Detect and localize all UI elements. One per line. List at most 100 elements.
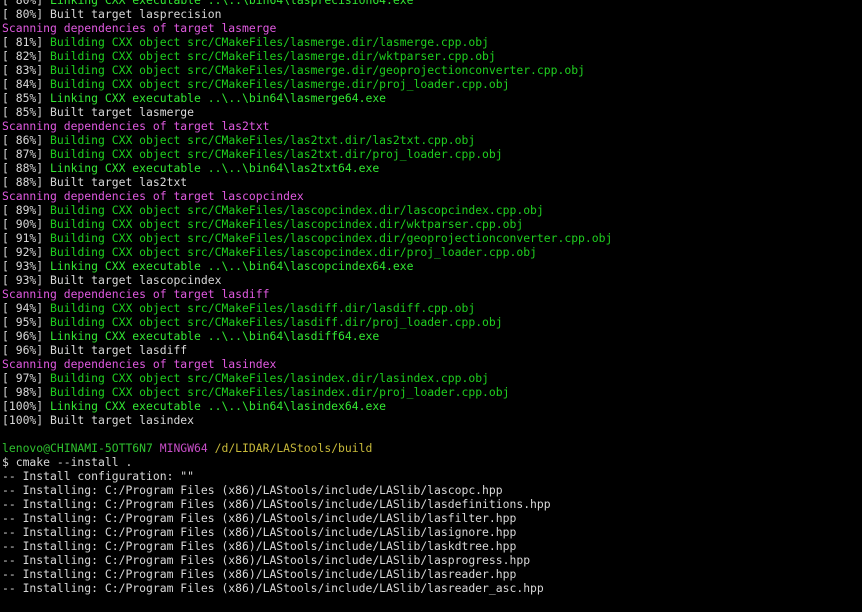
terminal-text-segment: [ 94%] [2,301,51,315]
terminal-text-segment: [ 85%] [2,91,51,105]
terminal-line: [ 90%] Building CXX object src/CMakeFile… [0,217,862,231]
terminal-text-segment: Building CXX object src/CMakeFiles/lasdi… [50,315,503,329]
terminal-text-segment: Building CXX object src/CMakeFiles/lasco… [50,231,613,245]
terminal-line: lenovo@CHINAMI-5OTT6N7 MINGW64 /d/LIDAR/… [0,441,862,455]
terminal-line: -- Installing: C:/Program Files (x86)/LA… [0,567,862,581]
terminal-text-segment: Building CXX object src/CMakeFiles/las2t… [50,147,503,161]
terminal-text-segment: [ 92%] [2,245,51,259]
terminal-line: -- Installing: C:/Program Files (x86)/LA… [0,525,862,539]
terminal-text-segment: [ 96%] [2,329,51,343]
terminal-line: -- Installing: C:/Program Files (x86)/LA… [0,497,862,511]
terminal-text-segment: Linking CXX executable ..\..\bin64\lasin… [50,399,387,413]
terminal-text-segment: [ 89%] [2,203,51,217]
terminal-text-segment: -- Installing: C:/Program Files (x86)/LA… [2,497,551,511]
terminal-line: [100%] Built target lasindex [0,413,862,427]
terminal-text-segment: Building CXX object src/CMakeFiles/lasme… [50,63,585,77]
terminal-text-segment: [ 88%] Built target las2txt [2,175,188,189]
terminal-line: [ 96%] Linking CXX executable ..\..\bin6… [0,329,862,343]
terminal-line: [ 86%] Building CXX object src/CMakeFile… [0,133,862,147]
terminal-line: [ 94%] Building CXX object src/CMakeFile… [0,301,862,315]
terminal-line: -- Installing: C:/Program Files (x86)/LA… [0,581,862,595]
terminal-text-segment: Building CXX object src/CMakeFiles/lasin… [50,371,489,385]
terminal-text-segment: [ 95%] [2,315,51,329]
terminal-text-segment: Linking CXX executable ..\..\bin64\laspr… [50,0,414,7]
terminal-text-segment: Scanning dependencies of target lasindex [2,357,277,371]
terminal-line: [ 80%] Linking CXX executable ..\..\bin6… [0,0,862,7]
terminal-text-segment: Building CXX object src/CMakeFiles/lasin… [50,385,510,399]
terminal-text-segment: [ 85%] Built target lasmerge [2,105,195,119]
terminal-line: Scanning dependencies of target las2txt [0,119,862,133]
terminal-output[interactable]: [ 80%] Linking CXX executable ..\..\bin6… [0,0,862,612]
terminal-text-segment: Building CXX object src/CMakeFiles/lasme… [50,49,496,63]
terminal-line: [ 95%] Building CXX object src/CMakeFile… [0,315,862,329]
terminal-text-segment: Scanning dependencies of target lasdiff [2,287,270,301]
terminal-line: [ 80%] Built target lasprecision [0,7,862,21]
terminal-text-segment: [100%] [2,399,51,413]
terminal-line: -- Installing: C:/Program Files (x86)/LA… [0,539,862,553]
terminal-text-segment: -- Installing: C:/Program Files (x86)/LA… [2,525,517,539]
terminal-line: [ 85%] Built target lasmerge [0,105,862,119]
terminal-text-segment: [ 90%] [2,217,51,231]
terminal-line: [ 88%] Built target las2txt [0,175,862,189]
terminal-line: Scanning dependencies of target lasmerge [0,21,862,35]
terminal-line: [ 84%] Building CXX object src/CMakeFile… [0,77,862,91]
terminal-text-segment: Building CXX object src/CMakeFiles/lasme… [50,77,510,91]
terminal-text-segment: [ 91%] [2,231,51,245]
terminal-text-segment: -- Install configuration: "" [2,469,195,483]
terminal-text-segment: [ 83%] [2,63,51,77]
terminal-line: -- Installing: C:/Program Files (x86)/LA… [0,553,862,567]
terminal-text-segment: Scanning dependencies of target lasmerge [2,21,277,35]
terminal-line: [ 92%] Building CXX object src/CMakeFile… [0,245,862,259]
terminal-text-segment: [100%] Built target lasindex [2,413,195,427]
terminal-text-segment: [ 98%] [2,385,51,399]
terminal-line: [ 98%] Building CXX object src/CMakeFile… [0,385,862,399]
terminal-line: [ 82%] Building CXX object src/CMakeFile… [0,49,862,63]
terminal-line: [ 88%] Linking CXX executable ..\..\bin6… [0,161,862,175]
terminal-text-segment: [ 80%] Built target lasprecision [2,7,222,21]
terminal-text-segment: [ 81%] [2,35,51,49]
terminal-line: [ 96%] Built target lasdiff [0,343,862,357]
terminal-line: [ 93%] Built target lascopcindex [0,273,862,287]
terminal-text-segment: Linking CXX executable ..\..\bin64\lasme… [50,91,387,105]
terminal-text-segment: [ 87%] [2,147,51,161]
terminal-text-segment: [ 80%] [2,0,51,7]
terminal-line: Scanning dependencies of target lascopci… [0,189,862,203]
terminal-text-segment: $ cmake --install . [2,455,133,469]
terminal-text-segment: [ 97%] [2,371,51,385]
terminal-line: [ 91%] Building CXX object src/CMakeFile… [0,231,862,245]
terminal-text-segment: [ 93%] [2,259,51,273]
terminal-text-segment: [ 93%] Built target lascopcindex [2,273,222,287]
terminal-line: [ 83%] Building CXX object src/CMakeFile… [0,63,862,77]
terminal-line: [ 87%] Building CXX object src/CMakeFile… [0,147,862,161]
terminal-text-segment: Linking CXX executable ..\..\bin64\lasdi… [50,329,380,343]
terminal-text-segment: -- Installing: C:/Program Files (x86)/LA… [2,581,544,595]
terminal-line: [ 81%] Building CXX object src/CMakeFile… [0,35,862,49]
terminal-line: Scanning dependencies of target lasdiff [0,287,862,301]
terminal-text-segment: [ 84%] [2,77,51,91]
terminal-text-segment: Building CXX object src/CMakeFiles/lasco… [50,217,524,231]
terminal-text-segment: [ 82%] [2,49,51,63]
terminal-line: [ 97%] Building CXX object src/CMakeFile… [0,371,862,385]
terminal-text-segment: [ 86%] [2,133,51,147]
terminal-line: -- Installing: C:/Program Files (x86)/LA… [0,511,862,525]
terminal-text-segment: -- Installing: C:/Program Files (x86)/LA… [2,511,517,525]
terminal-line: [ 93%] Linking CXX executable ..\..\bin6… [0,259,862,273]
terminal-text-segment: [ 88%] [2,161,51,175]
terminal-line: [ 89%] Building CXX object src/CMakeFile… [0,203,862,217]
terminal-line: Scanning dependencies of target lasindex [0,357,862,371]
terminal-line: [ 85%] Linking CXX executable ..\..\bin6… [0,91,862,105]
terminal-line: [100%] Linking CXX executable ..\..\bin6… [0,399,862,413]
terminal-text-segment: Building CXX object src/CMakeFiles/lasco… [50,203,544,217]
terminal-text-segment: Scanning dependencies of target las2txt [2,119,270,133]
terminal-line: -- Install configuration: "" [0,469,862,483]
terminal-text-segment: Linking CXX executable ..\..\bin64\las2t… [50,161,380,175]
terminal-text-segment: -- Installing: C:/Program Files (x86)/LA… [2,539,517,553]
terminal-text-segment: /d/LIDAR/LAStools/build [214,441,373,455]
terminal-text-segment: -- Installing: C:/Program Files (x86)/LA… [2,553,531,567]
terminal-text-segment: Building CXX object src/CMakeFiles/lasme… [50,35,489,49]
terminal-text-segment: [ 96%] Built target lasdiff [2,343,188,357]
terminal-text-segment: Scanning dependencies of target lascopci… [2,189,304,203]
